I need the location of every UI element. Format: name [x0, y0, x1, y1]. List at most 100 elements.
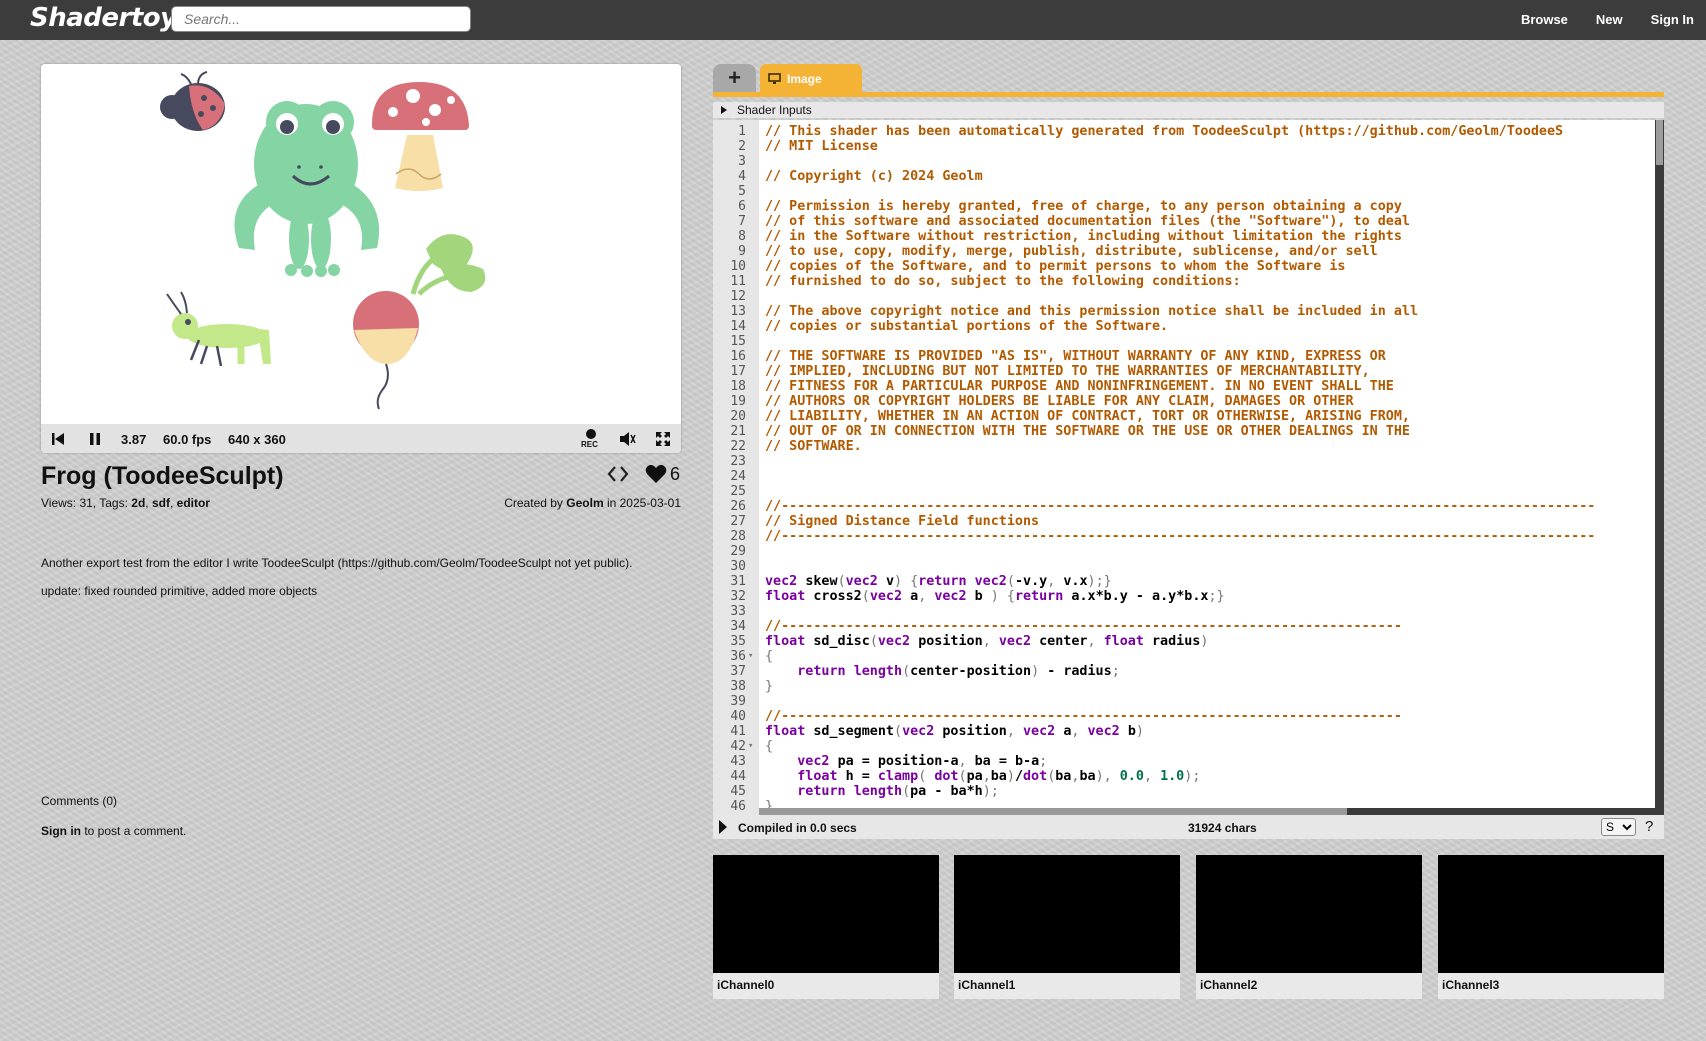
vertical-scrollbar[interactable] [1655, 120, 1664, 815]
nav-sign-in-link[interactable]: Sign In [1651, 12, 1694, 27]
tag-link[interactable]: editor [177, 496, 210, 510]
line-number: 5 [738, 184, 746, 199]
help-button[interactable]: ? [1645, 818, 1653, 835]
code-line[interactable]: 45 return length(pa - ba*h); [713, 784, 1664, 799]
line-number: 24 [730, 469, 746, 484]
shader-inputs-toggle[interactable]: Shader Inputs [713, 102, 1664, 118]
code-line[interactable]: 11 // furnished to do so, subject to the … [713, 274, 1664, 289]
code-text: return length(center-position) - radius; [797, 664, 1120, 679]
channel-slot-2[interactable]: iChannel2 [1196, 855, 1422, 999]
code-line[interactable]: 43 vec2 pa = position-a, ba = b-a; [713, 754, 1664, 769]
code-line[interactable]: 39 [713, 694, 1664, 709]
code-line[interactable]: 25 [713, 484, 1664, 499]
code-line[interactable]: 24 [713, 469, 1664, 484]
code-line[interactable]: 1 // This shader has been automatically g… [713, 124, 1664, 139]
channel-preview[interactable] [713, 855, 939, 973]
horizontal-scroll-thumb[interactable] [759, 808, 1347, 815]
pause-icon[interactable] [85, 429, 105, 449]
channel-preview[interactable] [1196, 855, 1422, 973]
channel-slot-3[interactable]: iChannel3 [1438, 855, 1664, 999]
code-line[interactable]: 35 float sd_disc(vec2 position, vec2 cent… [713, 634, 1664, 649]
code-line[interactable]: 4 // Copyright (c) 2024 Geolm [713, 169, 1664, 184]
code-text: // furnished to do so, subject to the fo… [765, 274, 1241, 289]
volume-muted-icon[interactable] [617, 429, 637, 449]
channel-preview[interactable] [1438, 855, 1664, 973]
code-line[interactable]: 14 // copies or substantial portions of t… [713, 319, 1664, 334]
record-button[interactable]: REC [579, 427, 603, 453]
fold-arrow-icon[interactable]: ▾ [748, 649, 753, 664]
rewind-icon[interactable] [49, 429, 69, 449]
nav-new-link[interactable]: New [1596, 12, 1623, 27]
sign-in-link[interactable]: Sign in [41, 824, 81, 838]
code-line[interactable]: 33 [713, 604, 1664, 619]
code-line[interactable]: 44 float h = clamp( dot(pa,ba)/dot(ba,ba… [713, 769, 1664, 784]
author-link[interactable]: Geolm [566, 496, 603, 510]
line-number: 7 [738, 214, 746, 229]
rec-label: REC [581, 440, 598, 449]
fold-arrow-icon[interactable]: ▾ [748, 739, 753, 754]
player-controls: 3.87 60.0 fps 640 x 360 REC [41, 424, 681, 453]
compile-play-icon[interactable] [719, 820, 727, 834]
code-line[interactable]: 40 //------------------------------------… [713, 709, 1664, 724]
code-line[interactable]: 6 // Permission is hereby granted, free o… [713, 199, 1664, 214]
tag-link[interactable]: sdf [152, 496, 170, 510]
fullscreen-icon[interactable] [653, 429, 673, 449]
channel-label: iChannel0 [717, 978, 775, 992]
search-input[interactable] [171, 6, 471, 32]
code-line[interactable]: 15 [713, 334, 1664, 349]
code-line[interactable]: 37 return length(center-position) - radi… [713, 664, 1664, 679]
code-line[interactable]: 30 [713, 559, 1664, 574]
code-line[interactable]: 28 //------------------------------------… [713, 529, 1664, 544]
code-line[interactable]: 23 [713, 454, 1664, 469]
tab-image[interactable]: Image [760, 64, 862, 93]
shadertoy-logo[interactable]: Shadertoy [30, 3, 177, 33]
code-line[interactable]: 38} [713, 679, 1664, 694]
code-line[interactable]: 8 // in the Software without restriction,… [713, 229, 1664, 244]
code-lines[interactable]: 1 // This shader has been automatically g… [713, 124, 1664, 814]
code-text: // THE SOFTWARE IS PROVIDED "AS IS", WIT… [765, 349, 1386, 364]
tag-link[interactable]: 2d [131, 496, 145, 510]
like-button[interactable]: 6 [645, 462, 680, 486]
code-toggle-icon[interactable] [606, 462, 630, 486]
code-line[interactable]: 13 // The above copyright notice and this… [713, 304, 1664, 319]
code-line[interactable]: 42 ▾ { [713, 739, 1664, 754]
channel-slot-1[interactable]: iChannel1 [954, 855, 1180, 999]
code-editor[interactable]: 1 // This shader has been automatically g… [713, 120, 1664, 815]
code-line[interactable]: 22 // SOFTWARE. [713, 439, 1664, 454]
compile-status-bar: Compiled in 0.0 secs 31924 chars S ? [713, 815, 1664, 839]
code-line[interactable]: 29 [713, 544, 1664, 559]
code-line[interactable]: 3 [713, 154, 1664, 169]
shader-canvas[interactable] [41, 64, 681, 424]
code-line[interactable]: 36 ▾ { [713, 649, 1664, 664]
code-line[interactable]: 18 // FITNESS FOR A PARTICULAR PURPOSE AN… [713, 379, 1664, 394]
code-text: // MIT License [765, 139, 878, 154]
nav-browse-link[interactable]: Browse [1521, 12, 1568, 27]
code-line[interactable]: 27 // Signed Distance Field functions [713, 514, 1664, 529]
code-line[interactable]: 12 [713, 289, 1664, 304]
line-number: 20 [730, 409, 746, 424]
code-line[interactable]: 9 // to use, copy, modify, merge, publish… [713, 244, 1664, 259]
add-tab-button[interactable]: + [713, 64, 756, 92]
code-text: // Signed Distance Field functions [765, 514, 1040, 529]
code-line[interactable]: 20 // LIABILITY, WHETHER IN AN ACTION OF … [713, 409, 1664, 424]
code-text: // copies of the Software, and to permit… [765, 259, 1346, 274]
code-line[interactable]: 21 // OUT OF OR IN CONNECTION WITH THE SO… [713, 424, 1664, 439]
code-line[interactable]: 2 // MIT License [713, 139, 1664, 154]
code-line[interactable]: 7 // of this software and associated docu… [713, 214, 1664, 229]
code-line[interactable]: 34 //------------------------------------… [713, 619, 1664, 634]
code-line[interactable]: 41 float sd_segment(vec2 position, vec2 a… [713, 724, 1664, 739]
code-line[interactable]: 16 // THE SOFTWARE IS PROVIDED "AS IS", W… [713, 349, 1664, 364]
code-line[interactable]: 10 // copies of the Software, and to perm… [713, 259, 1664, 274]
channel-slot-0[interactable]: iChannel0 [713, 855, 939, 999]
code-line[interactable]: 31 vec2 skew(vec2 v) {return vec2(-v.y, v… [713, 574, 1664, 589]
sign-in-suffix: to post a comment. [81, 824, 187, 838]
channel-preview[interactable] [954, 855, 1180, 973]
vertical-scroll-thumb[interactable] [1656, 120, 1663, 165]
code-line[interactable]: 26 //------------------------------------… [713, 499, 1664, 514]
code-line[interactable]: 32 float cross2(vec2 a, vec2 b ) {return … [713, 589, 1664, 604]
font-size-select[interactable]: S [1601, 818, 1636, 836]
code-line[interactable]: 5 [713, 184, 1664, 199]
code-line[interactable]: 19 // AUTHORS OR COPYRIGHT HOLDERS BE LIA… [713, 394, 1664, 409]
code-line[interactable]: 17 // IMPLIED, INCLUDING BUT NOT LIMITED … [713, 364, 1664, 379]
line-number: 16 [730, 349, 746, 364]
